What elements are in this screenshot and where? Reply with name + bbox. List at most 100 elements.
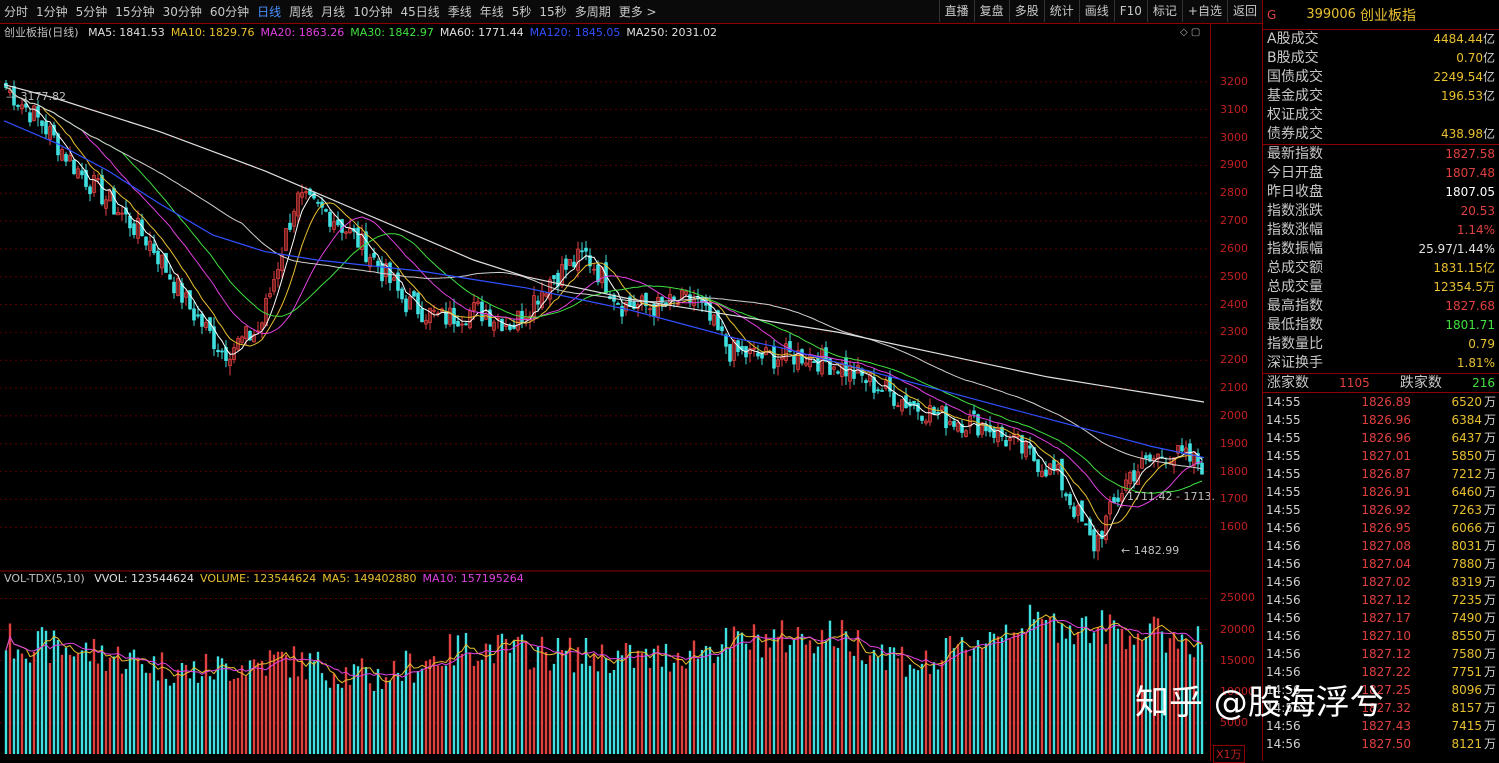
period-tab[interactable]: 5分钟 [72,1,112,23]
main-legend: 创业板指(日线) MA5: 1841.53 MA10: 1829.76 MA20: … [4,26,723,40]
chart-option-icons[interactable]: ◇ ▢ [1180,27,1200,38]
ma-legend-item: MA20: 1863.26 [260,26,345,39]
tick-unit: 万 [1483,737,1496,751]
period-tab[interactable]: 45日线 [396,1,443,23]
candle-body [28,112,32,123]
period-tab[interactable]: 60分钟 [206,1,253,23]
candle-body [1004,440,1008,447]
ma-legend-item: MA120: 1845.05 [529,26,621,39]
tick-volume: 6384 [1451,413,1482,427]
turnover-row: A股成交 4484.44亿 [1263,30,1499,49]
tick-row: 14:55 1826.91 6460 万 [1263,483,1499,501]
toolbar-button[interactable]: 标记 [1146,0,1182,22]
candle-body [932,407,936,415]
toolbar-button[interactable]: 直播 [938,0,974,22]
range-annotation: 1711.42 - 1713. [1127,490,1215,503]
candle-body [756,352,760,357]
tick-price: 1826.95 [1361,521,1411,535]
stat-value: 12354.5万 [1433,280,1495,294]
period-tab[interactable]: 1分钟 [32,1,72,23]
price-tick: 1600 [1220,520,1248,534]
stat-value: 1.14% [1456,223,1495,237]
tick-volume: 7263 [1451,503,1482,517]
candle-body [1180,445,1184,452]
toolbar-button[interactable]: +自选 [1181,0,1227,22]
candle-body [380,262,384,282]
toolbar-button[interactable]: F10 [1113,0,1147,22]
tick-volume: 6520 [1451,395,1482,409]
main-legend-title: 创业板指(日线) [4,26,79,39]
price-tick: 1700 [1220,492,1248,506]
high-value: 3177.82 [20,90,67,103]
stat-label: 指数振幅 [1267,241,1323,257]
stat-row: 指数量比 0.79 [1263,335,1499,354]
period-tab[interactable]: 5秒 [508,1,536,23]
stat-label: 指数量比 [1267,336,1323,352]
stat-row: 昨日收盘 1807.05 [1263,183,1499,202]
candle-body [72,159,76,175]
candle-body [456,320,460,327]
tick-volume: 7880 [1451,557,1482,571]
period-tab[interactable]: 30分钟 [159,1,206,23]
period-tab[interactable]: 日线 [253,1,285,23]
ma5-line [5,87,1203,538]
stat-row: 今日开盘 1807.48 [1263,164,1499,183]
candle-body [1044,469,1048,477]
price-tick: 2000 [1220,408,1248,422]
period-tab[interactable]: 15秒 [535,1,570,23]
period-tab[interactable]: 月线 [317,1,349,23]
candle-body [192,308,196,321]
tick-time: 14:56 [1266,737,1301,751]
tick-row: 14:55 1826.87 7212 万 [1263,465,1499,483]
period-tab[interactable]: 年线 [476,1,508,23]
stats-section: 最新指数 1827.58 今日开盘 1807.48 昨日收盘 1807.05 指数涨跌 20.… [1263,145,1499,374]
candle-body [88,186,92,195]
candle-body [1020,435,1024,454]
ma-legend-item: MA60: 1771.44 [439,26,524,39]
period-tabs: 分时 1分钟 5分钟 15分钟 30分钟 60分钟 日线 周线 月线 10分钟 45日线 季线 年线 5秒… [0,0,661,24]
period-tab[interactable]: 15分钟 [111,1,158,23]
tick-unit: 万 [1483,665,1496,679]
candle-body [324,209,328,212]
candle-body [44,121,48,135]
toolbar-button[interactable]: 画线 [1078,0,1114,22]
period-tab[interactable]: 10分钟 [349,1,396,23]
turnover-unit: 亿 [1482,70,1495,84]
tick-price: 1826.96 [1361,413,1411,427]
toolbar-button[interactable]: 多股 [1008,0,1044,22]
tick-price: 1827.04 [1361,557,1411,571]
watermark: 知乎 @股海浮兮 [1135,683,1384,723]
tick-unit: 万 [1483,431,1496,445]
candle-body [80,170,84,176]
stat-label: 最新指数 [1267,146,1323,162]
tick-volume: 6437 [1451,431,1482,445]
period-tab[interactable]: 周线 [285,1,317,23]
tick-volume: 8031 [1451,539,1482,553]
candle-body [920,415,924,421]
panel-header: G 399006 创业板指 [1263,0,1499,30]
stat-row: 最低指数 1801.71 [1263,316,1499,335]
tick-unit: 万 [1483,467,1496,481]
tick-row: 14:55 1826.96 6437 万 [1263,429,1499,447]
toolbar-button[interactable]: 统计 [1043,0,1079,22]
candle-body [412,291,416,297]
period-tab[interactable]: 分时 [0,1,32,23]
candle-body [580,250,584,253]
candle-body [1068,494,1072,506]
candle-body [156,250,160,265]
price-tick: 3200 [1220,74,1248,88]
toolbar-button[interactable]: 返回 [1226,0,1262,22]
tick-price: 1827.17 [1361,611,1411,625]
tick-volume: 5850 [1451,449,1482,463]
price-tick: 1900 [1220,436,1248,450]
period-toolbar: 分时 1分钟 5分钟 15分钟 30分钟 60分钟 日线 周线 月线 10分钟 45日线 季线 年线 5秒… [0,0,1262,24]
candle-body [100,175,104,205]
tick-unit: 万 [1483,683,1496,697]
candle-body [216,349,220,353]
period-tab[interactable]: 季线 [444,1,476,23]
period-tab[interactable]: 更多 > [615,1,661,23]
period-tab[interactable]: 多周期 [571,1,615,23]
stat-row: 指数振幅 25.97/1.44% [1263,240,1499,259]
tick-volume: 8157 [1451,701,1482,715]
toolbar-button[interactable]: 复盘 [973,0,1009,22]
